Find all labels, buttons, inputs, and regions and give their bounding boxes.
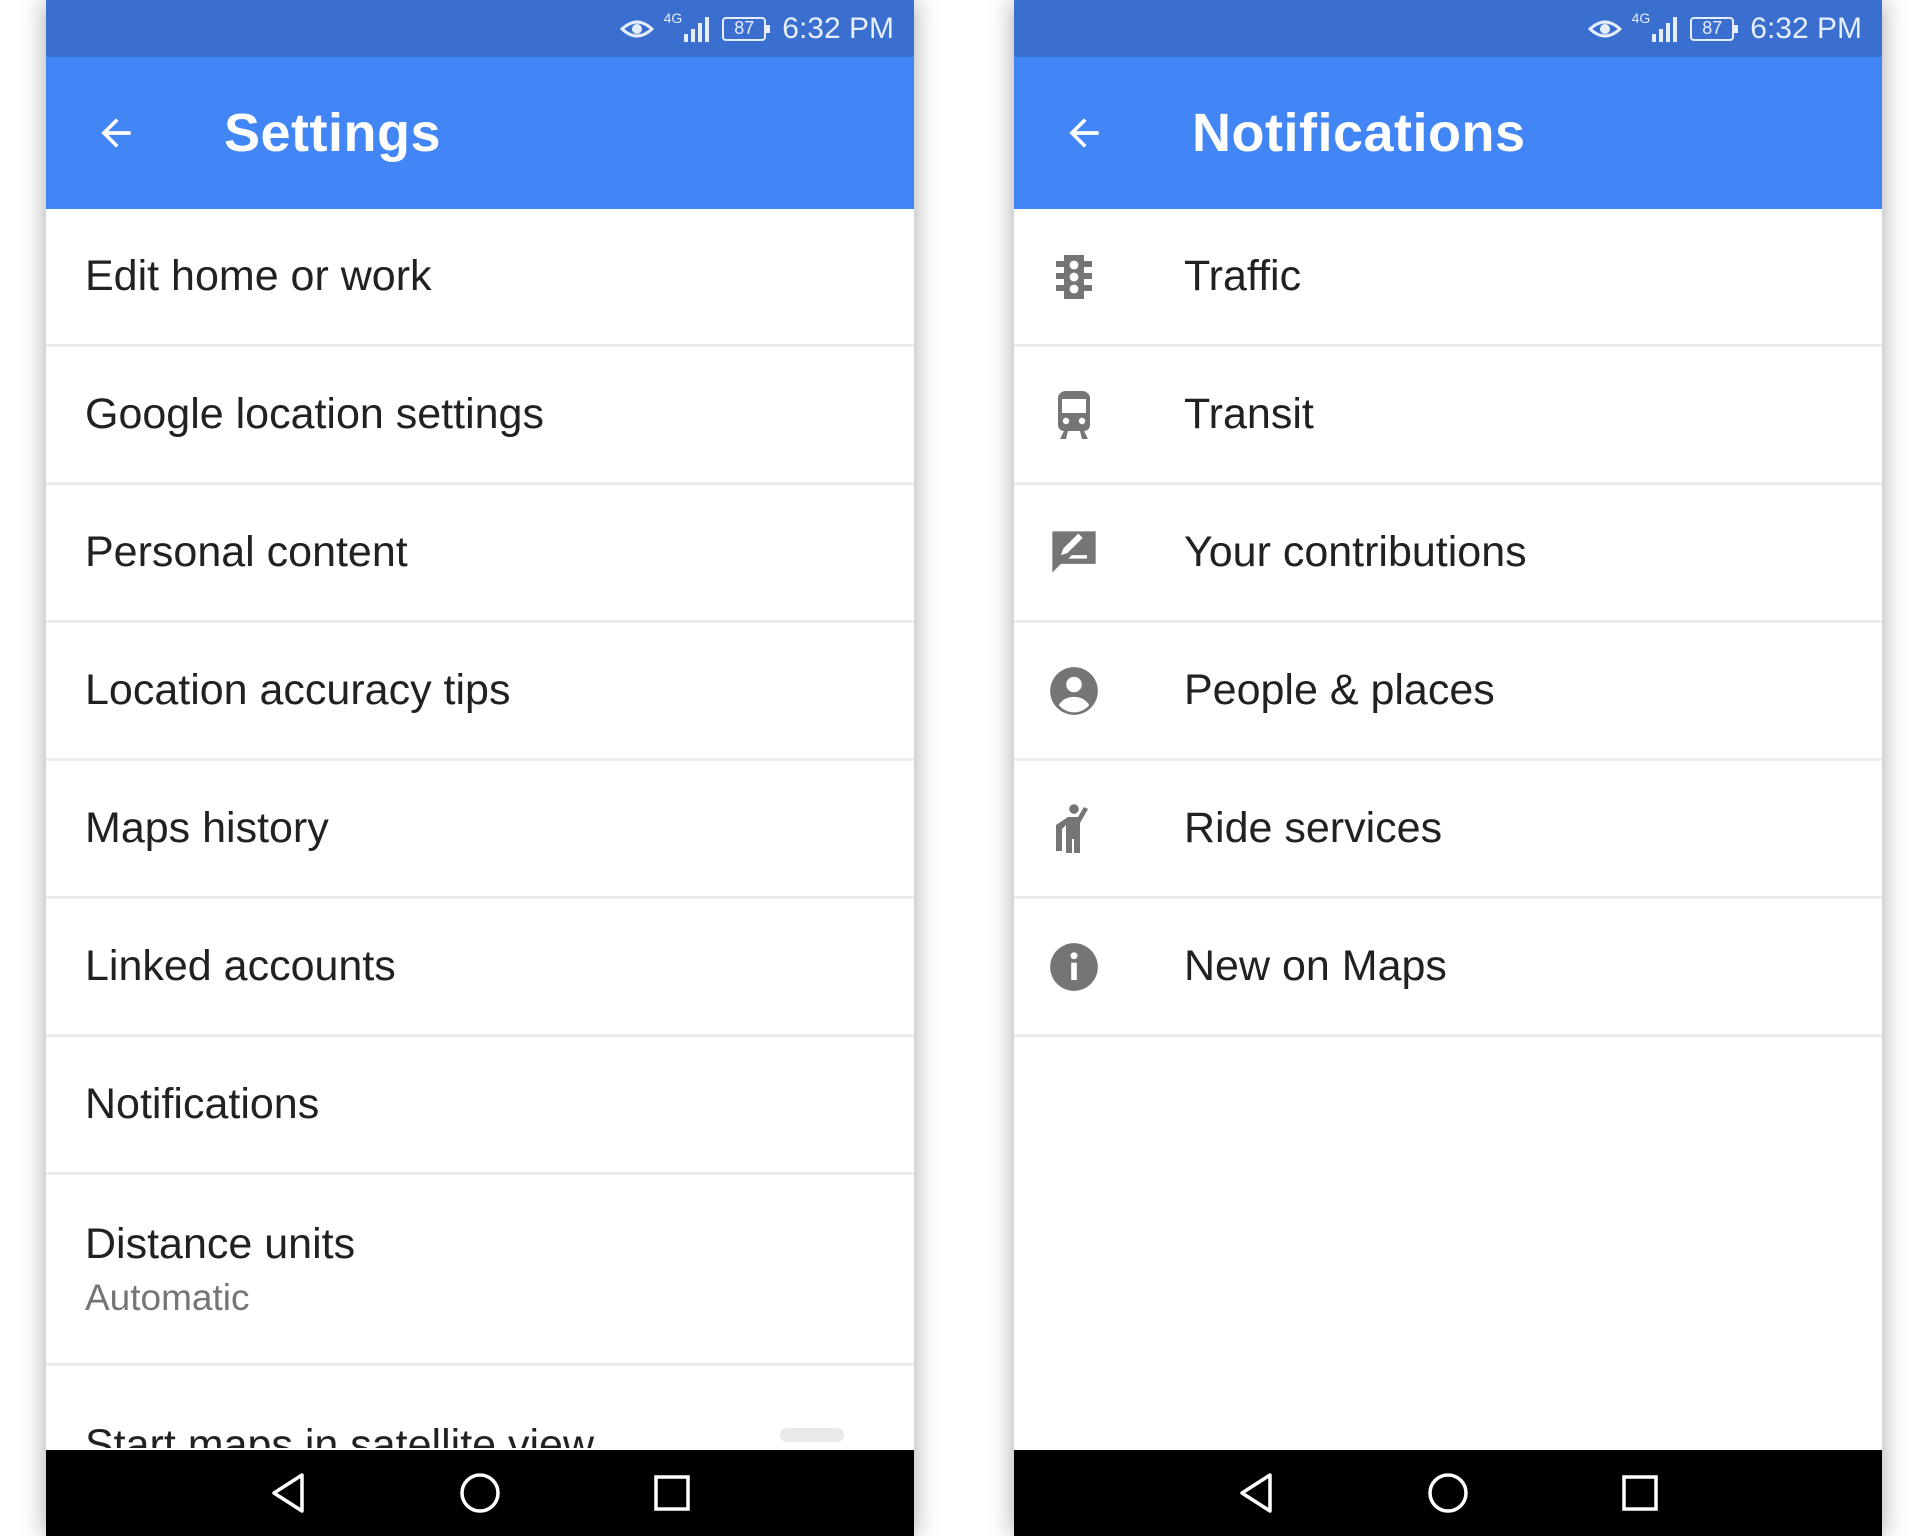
train-icon (1044, 385, 1104, 445)
settings-item-label: Location accuracy tips (85, 666, 511, 714)
settings-item-location-tips[interactable]: Location accuracy tips (46, 623, 914, 761)
circle-home-icon (1428, 1473, 1468, 1513)
settings-item-label: Google location settings (85, 390, 544, 438)
arrow-back-icon (1069, 118, 1099, 148)
triangle-back-icon (1240, 1473, 1272, 1513)
network-type: 4G (1631, 9, 1651, 26)
settings-item-personal-content[interactable]: Personal content (46, 485, 914, 623)
app-bar: Settings (46, 57, 914, 209)
settings-item-edit-home-work[interactable]: Edit home or work (46, 209, 914, 347)
notifications-screen: 4G 87 6:32 PM Notifications Traffic Tran… (1014, 0, 1882, 1536)
settings-item-label: Edit home or work (85, 252, 432, 300)
settings-item-value: Automatic (85, 1276, 250, 1318)
clock-time: 6:32 PM (782, 11, 894, 45)
hail-icon (1044, 799, 1104, 859)
square-recents-icon (1622, 1475, 1658, 1511)
notification-item-transit[interactable]: Transit (1014, 347, 1882, 485)
settings-item-label: Personal content (85, 528, 408, 576)
notifications-list: Traffic Transit Your contributions Peopl… (1014, 209, 1882, 1037)
nav-back-button[interactable] (1208, 1450, 1304, 1536)
notification-item-people-places[interactable]: People & places (1014, 623, 1882, 761)
settings-item-label: Linked accounts (85, 942, 396, 990)
settings-item-label: Start maps in satellite view (85, 1421, 595, 1448)
notification-item-label: Transit (1184, 390, 1314, 438)
page-title: Notifications (1192, 103, 1526, 163)
settings-item-label: Distance units (85, 1219, 356, 1268)
signal-icon: 4G (1632, 10, 1681, 42)
settings-item-distance-units[interactable]: Distance units Automatic (46, 1175, 914, 1366)
signal-icon: 4G (664, 10, 713, 42)
settings-item-label: Maps history (85, 804, 329, 852)
notification-item-new-on-maps[interactable]: New on Maps (1014, 899, 1882, 1037)
settings-list: Edit home or work Google location settin… (46, 209, 914, 1448)
app-bar: Notifications (1014, 57, 1882, 209)
settings-screen: 4G 87 6:32 PM Settings Edit home or work… (46, 0, 914, 1536)
notification-item-contributions[interactable]: Your contributions (1014, 485, 1882, 623)
notification-item-label: Ride services (1184, 804, 1443, 852)
settings-item-notifications[interactable]: Notifications (46, 1037, 914, 1175)
back-button[interactable] (84, 101, 148, 165)
settings-item-label: Notifications (85, 1080, 320, 1128)
account-circle-icon (1044, 661, 1104, 721)
nav-bar (1014, 1450, 1882, 1536)
settings-item-linked-accounts[interactable]: Linked accounts (46, 899, 914, 1037)
battery-level: 87 (722, 16, 771, 41)
notification-item-label: New on Maps (1184, 942, 1447, 990)
settings-item-maps-history[interactable]: Maps history (46, 761, 914, 899)
status-bar: 4G 87 6:32 PM (1014, 0, 1882, 57)
traffic-light-icon (1044, 247, 1104, 307)
notification-item-ride-services[interactable]: Ride services (1014, 761, 1882, 899)
battery-icon: 87 (1690, 16, 1739, 41)
settings-item-google-location[interactable]: Google location settings (46, 347, 914, 485)
triangle-back-icon (272, 1473, 304, 1513)
nav-home-button[interactable] (432, 1450, 528, 1536)
arrow-back-icon (101, 118, 131, 148)
battery-icon: 87 (722, 16, 771, 41)
nav-recents-button[interactable] (1592, 1450, 1688, 1536)
eye-icon (1587, 17, 1622, 41)
nav-back-button[interactable] (240, 1450, 336, 1536)
notification-item-traffic[interactable]: Traffic (1014, 209, 1882, 347)
circle-home-icon (460, 1473, 500, 1513)
nav-bar (46, 1450, 914, 1536)
rate-review-icon (1044, 523, 1104, 583)
nav-home-button[interactable] (1400, 1450, 1496, 1536)
network-type: 4G (663, 9, 683, 26)
battery-level: 87 (1690, 16, 1739, 41)
notification-item-label: People & places (1184, 666, 1495, 714)
square-recents-icon (654, 1475, 690, 1511)
notification-item-label: Traffic (1184, 252, 1302, 300)
eye-icon (619, 17, 654, 41)
page-title: Settings (224, 103, 442, 163)
clock-time: 6:32 PM (1750, 11, 1862, 45)
satellite-toggle[interactable] (780, 1428, 844, 1442)
back-button[interactable] (1052, 101, 1116, 165)
nav-recents-button[interactable] (624, 1450, 720, 1536)
info-icon (1044, 937, 1104, 997)
notification-item-label: Your contributions (1184, 528, 1527, 576)
status-bar: 4G 87 6:32 PM (46, 0, 914, 57)
